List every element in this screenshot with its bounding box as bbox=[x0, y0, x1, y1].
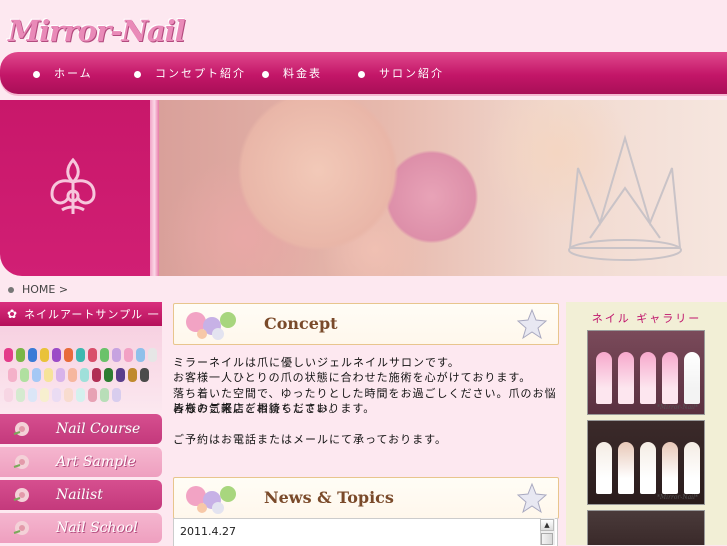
nav-item-home[interactable]: ホーム bbox=[33, 65, 93, 81]
bullet-icon bbox=[8, 287, 14, 293]
flower-cluster-icon bbox=[186, 312, 236, 340]
ornament-icon bbox=[50, 157, 96, 214]
photo-caption: *Mirror-Nail* bbox=[657, 404, 698, 411]
breadcrumb: HOME > bbox=[8, 283, 68, 296]
nail-tip bbox=[662, 442, 678, 494]
scroll-up-arrow-icon[interactable]: ▲ bbox=[540, 519, 554, 531]
concept-paragraph: 皆様のご来店をお待ちしております。 bbox=[173, 402, 376, 415]
nav-label: ホーム bbox=[54, 67, 93, 80]
nav-label: サロン紹介 bbox=[379, 67, 444, 80]
side-link-art-sample[interactable]: Art Sample bbox=[0, 447, 162, 477]
nail-tip bbox=[618, 442, 634, 494]
side-link-nail-course[interactable]: Nail Course bbox=[0, 414, 162, 444]
photo-caption: *Mirror-Nail* bbox=[657, 494, 698, 501]
concept-title: Concept bbox=[264, 314, 338, 333]
bullet-icon bbox=[262, 70, 269, 78]
side-link-label: Nail School bbox=[56, 520, 138, 536]
nail-tip bbox=[596, 352, 612, 404]
nail-tip bbox=[640, 352, 656, 404]
main-nav: ホーム コンセプト紹介 料金表 サロン紹介 bbox=[0, 52, 727, 94]
nav-label: コンセプト紹介 bbox=[155, 67, 246, 80]
nail-photo[interactable]: *Mirror-Nail* bbox=[587, 420, 705, 505]
rose-icon bbox=[13, 422, 29, 436]
star-icon bbox=[516, 482, 548, 514]
nail-tip bbox=[684, 442, 700, 494]
rose-icon bbox=[13, 455, 29, 469]
bullet-icon bbox=[33, 70, 40, 78]
bullet-icon bbox=[134, 70, 141, 78]
side-link-label: Nail Course bbox=[56, 421, 141, 437]
nav-label: 料金表 bbox=[283, 67, 322, 80]
nail-color-samples-image[interactable] bbox=[0, 326, 162, 410]
nail-tip bbox=[618, 352, 634, 404]
concept-paragraph: ミラーネイルは爪に優しいジェルネイルサロンです。 bbox=[173, 356, 460, 369]
nail-tips-graphic bbox=[4, 348, 157, 402]
nail-tip bbox=[662, 352, 678, 404]
news-title: News & Topics bbox=[264, 488, 394, 507]
nav-item-price[interactable]: 料金表 bbox=[262, 65, 322, 81]
nail-tip bbox=[684, 352, 700, 404]
breadcrumb-separator: > bbox=[58, 283, 69, 296]
site-logo[interactable]: Mirror-Nail bbox=[8, 14, 186, 48]
side-link-label: Nailist bbox=[56, 487, 103, 503]
rose-icon bbox=[13, 488, 29, 502]
nail-tip bbox=[640, 442, 656, 494]
gallery-title: ネイル ギャラリー bbox=[591, 312, 702, 325]
side-link-nail-school[interactable]: Nail School bbox=[0, 513, 162, 543]
concept-paragraph: お客様一人ひとりの爪の状態に合わせた施術を心がけております。 bbox=[173, 371, 532, 384]
nail-sample-list-link[interactable]: ✿ネイルアートサンプル 一覧表 bbox=[0, 302, 162, 345]
nail-photo[interactable]: *Mirror-Nail* bbox=[587, 330, 705, 415]
concept-paragraph: ご予約はお電話またはメールにて承っております。 bbox=[173, 433, 448, 446]
flower-cluster-icon bbox=[186, 486, 236, 514]
star-icon bbox=[516, 308, 548, 340]
hero-divider bbox=[150, 100, 159, 276]
flower-icon: ✿ bbox=[7, 307, 19, 321]
breadcrumb-home-link[interactable]: HOME bbox=[22, 283, 55, 296]
news-date: 2011.4.27 bbox=[180, 525, 236, 538]
crown-icon bbox=[568, 134, 682, 261]
scroll-thumb[interactable] bbox=[541, 533, 553, 545]
bullet-icon bbox=[358, 70, 365, 78]
nav-item-concept[interactable]: コンセプト紹介 bbox=[134, 65, 246, 81]
side-link-nailist[interactable]: Nailist bbox=[0, 480, 162, 510]
nav-item-salon[interactable]: サロン紹介 bbox=[358, 65, 444, 81]
news-heading-bar: News & Topics bbox=[173, 477, 559, 519]
nail-tip bbox=[596, 442, 612, 494]
nail-photo[interactable] bbox=[587, 510, 705, 545]
rose-icon bbox=[13, 521, 29, 535]
concept-heading-bar: Concept bbox=[173, 303, 559, 345]
hero-emblem-panel bbox=[0, 100, 150, 276]
side-link-label: Art Sample bbox=[56, 454, 136, 470]
